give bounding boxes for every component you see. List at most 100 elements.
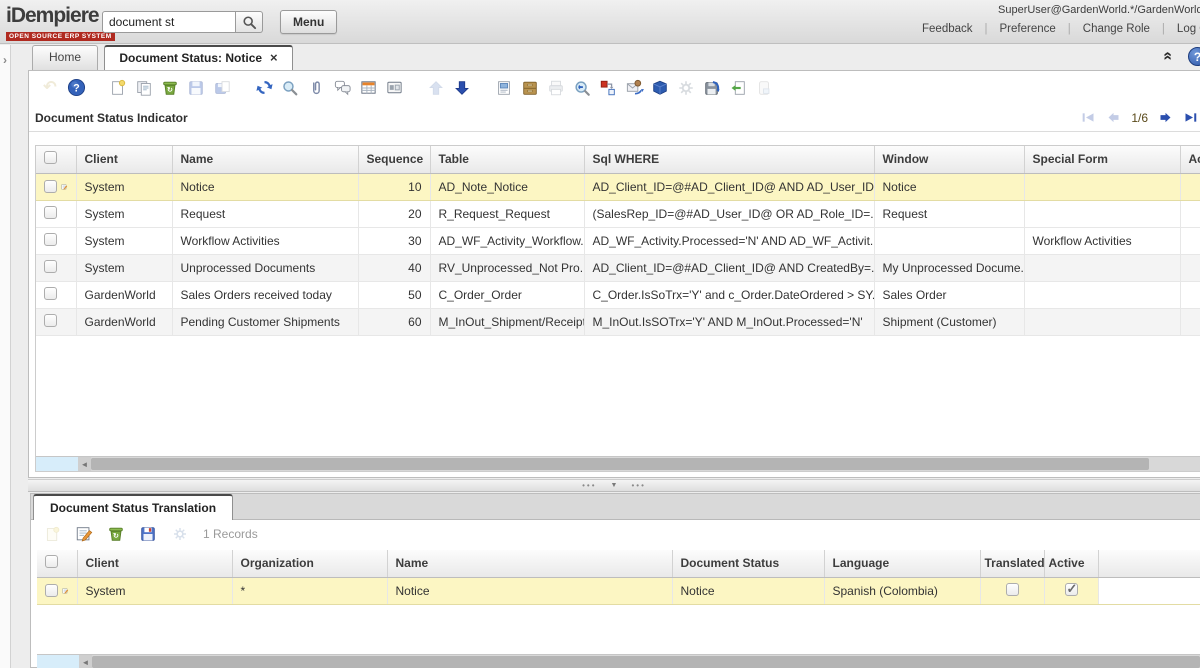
export-icon[interactable] bbox=[699, 75, 725, 101]
col-organization[interactable]: Organization bbox=[232, 550, 387, 577]
row-checkbox[interactable] bbox=[44, 260, 57, 273]
splitter-grip: ••• bbox=[631, 482, 645, 490]
frozen-column-area bbox=[37, 655, 79, 668]
detail-records-icon[interactable] bbox=[381, 75, 407, 101]
west-panel-collapsed: › bbox=[0, 45, 11, 668]
new-record-icon[interactable] bbox=[105, 75, 131, 101]
table-row[interactable]: System Workflow Activities 30 AD_WF_Acti… bbox=[36, 227, 1200, 254]
select-all-checkbox[interactable] bbox=[44, 151, 57, 164]
col-window[interactable]: Window bbox=[874, 146, 1024, 173]
save-create-new-icon bbox=[209, 75, 235, 101]
report-icon[interactable] bbox=[491, 75, 517, 101]
table-row[interactable]: System * Notice Notice Spanish (Colombia… bbox=[37, 577, 1200, 604]
preference-link[interactable]: Preference bbox=[1000, 23, 1056, 35]
row-checkbox[interactable] bbox=[44, 314, 57, 327]
scrollbar-thumb[interactable] bbox=[91, 458, 1149, 470]
translated-checkbox[interactable] bbox=[1006, 583, 1019, 596]
table-row[interactable]: GardenWorld Pending Customer Shipments 6… bbox=[36, 308, 1200, 335]
attachment-icon[interactable] bbox=[303, 75, 329, 101]
expand-west-panel-icon[interactable]: › bbox=[0, 45, 10, 67]
archive-icon[interactable] bbox=[517, 75, 543, 101]
next-record-icon[interactable] bbox=[1158, 111, 1173, 124]
product-info-icon[interactable] bbox=[647, 75, 673, 101]
table-row[interactable]: System Unprocessed Documents 40 RV_Unpro… bbox=[36, 254, 1200, 281]
col-document-status[interactable]: Document Status bbox=[672, 550, 824, 577]
select-all-checkbox[interactable] bbox=[45, 555, 58, 568]
svg-text:?: ? bbox=[73, 82, 80, 94]
zoom-across-icon[interactable] bbox=[569, 75, 595, 101]
scroll-left-arrow[interactable]: ◄ bbox=[78, 457, 91, 471]
detail-record-icon[interactable] bbox=[449, 75, 475, 101]
col-language[interactable]: Language bbox=[824, 550, 980, 577]
file-import-icon[interactable] bbox=[725, 75, 751, 101]
find-icon[interactable] bbox=[277, 75, 303, 101]
splitter-collapse-icon[interactable]: ▼ bbox=[611, 482, 618, 489]
table-row[interactable]: System Notice 10 AD_Note_Notice AD_Clien… bbox=[36, 173, 1200, 200]
col-sequence[interactable]: Sequence bbox=[358, 146, 430, 173]
horizontal-scrollbar: ◄ bbox=[37, 654, 1200, 668]
save-icon[interactable] bbox=[135, 521, 161, 547]
close-tab-icon[interactable]: × bbox=[270, 50, 278, 65]
col-name[interactable]: Name bbox=[172, 146, 358, 173]
record-paging: 1/6 bbox=[1081, 111, 1200, 125]
logout-link[interactable]: Log Out bbox=[1177, 23, 1200, 35]
col-name[interactable]: Name bbox=[387, 550, 672, 577]
page-title: Document Status Indicator bbox=[35, 111, 188, 125]
workflow-icon[interactable] bbox=[595, 75, 621, 101]
row-checkbox[interactable] bbox=[44, 180, 57, 193]
toggle-grid-view-icon[interactable] bbox=[355, 75, 381, 101]
window-toolbar: ↶ ? ↻ bbox=[29, 71, 1200, 104]
delete-record-icon[interactable]: ↻ bbox=[157, 75, 183, 101]
request-icon[interactable] bbox=[621, 75, 647, 101]
first-record-icon bbox=[1081, 111, 1096, 124]
col-active[interactable]: Active bbox=[1044, 550, 1098, 577]
page-indicator: 1/6 bbox=[1131, 111, 1148, 125]
record-count: 1 Records bbox=[203, 527, 258, 541]
grid-header-row: Client Name Sequence Table Sql WHERE Win… bbox=[36, 146, 1200, 173]
tab-home[interactable]: Home bbox=[32, 45, 98, 70]
help-icon[interactable]: ? bbox=[63, 75, 89, 101]
collapse-all-icon[interactable]: « bbox=[1159, 52, 1177, 61]
logo-title: iDempiere bbox=[6, 5, 115, 27]
col-table[interactable]: Table bbox=[430, 146, 584, 173]
delete-record-icon[interactable]: ↻ bbox=[103, 521, 129, 547]
col-active[interactable]: Active bbox=[1180, 146, 1200, 173]
col-special-form[interactable]: Special Form bbox=[1024, 146, 1180, 173]
last-record-icon[interactable] bbox=[1183, 111, 1198, 124]
logged-in-user-info: SuperUser@GardenWorld.*/GardenWorld Adm bbox=[998, 4, 1200, 16]
row-checkbox[interactable] bbox=[44, 206, 57, 219]
tab-document-status-translation[interactable]: Document Status Translation bbox=[33, 494, 233, 520]
splitter-grip: ••• bbox=[582, 482, 596, 490]
horizontal-scrollbar: ◄ bbox=[36, 456, 1200, 471]
panel-splitter[interactable]: ••• ▼ ••• bbox=[28, 479, 1200, 492]
chat-icon[interactable] bbox=[329, 75, 355, 101]
row-checkbox[interactable] bbox=[44, 233, 57, 246]
document-status-table: Client Name Sequence Table Sql WHERE Win… bbox=[36, 146, 1200, 336]
requery-icon[interactable] bbox=[251, 75, 277, 101]
feedback-link[interactable]: Feedback bbox=[922, 23, 973, 35]
scroll-left-arrow[interactable]: ◄ bbox=[79, 655, 92, 668]
edit-record-icon[interactable] bbox=[61, 179, 68, 195]
edit-record-icon[interactable] bbox=[71, 521, 97, 547]
table-row[interactable]: GardenWorld Sales Orders received today … bbox=[36, 281, 1200, 308]
menu-button[interactable]: Menu bbox=[280, 10, 337, 34]
table-row[interactable]: System Request 20 R_Request_Request (Sal… bbox=[36, 200, 1200, 227]
row-checkbox[interactable] bbox=[45, 584, 58, 597]
global-search-input[interactable] bbox=[102, 11, 236, 33]
col-client[interactable]: Client bbox=[77, 550, 232, 577]
copy-record-icon[interactable] bbox=[131, 75, 157, 101]
edit-record-icon[interactable] bbox=[62, 583, 69, 599]
col-sql-where[interactable]: Sql WHERE bbox=[584, 146, 874, 173]
document-status-window: ↶ ? ↻ bbox=[28, 70, 1200, 478]
change-role-link[interactable]: Change Role bbox=[1083, 23, 1150, 35]
idempiere-app: iDempiere Open Source ERP System Menu Su… bbox=[0, 0, 1200, 668]
tab-document-status-notice[interactable]: Document Status: Notice× bbox=[104, 45, 292, 70]
search-button[interactable] bbox=[236, 11, 263, 33]
row-checkbox[interactable] bbox=[44, 287, 57, 300]
help-circle-icon[interactable]: ? bbox=[1188, 47, 1200, 66]
scrollbar-thumb[interactable] bbox=[92, 656, 1200, 668]
col-translated[interactable]: Translated bbox=[980, 550, 1044, 577]
active-checkbox[interactable] bbox=[1065, 583, 1078, 596]
save-icon bbox=[183, 75, 209, 101]
col-client[interactable]: Client bbox=[76, 146, 172, 173]
